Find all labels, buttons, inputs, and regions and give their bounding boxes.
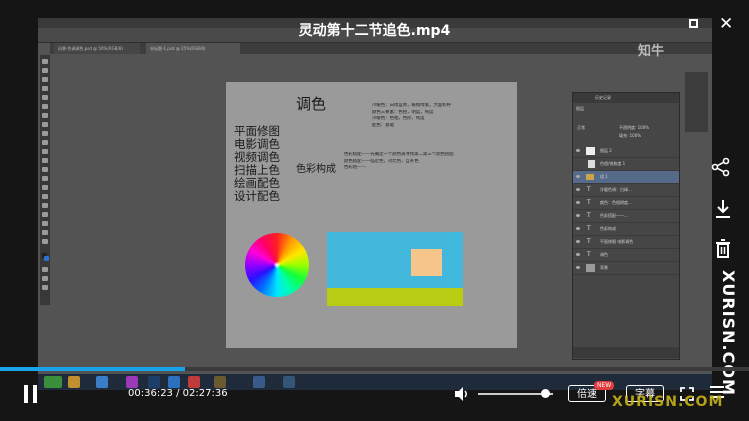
layer-name: 颜色：色相明度...	[600, 200, 632, 205]
adjustment-icon	[588, 160, 595, 168]
restore-button[interactable]	[689, 19, 698, 28]
volume-knob[interactable]	[541, 389, 550, 398]
eye-icon[interactable]	[576, 175, 580, 178]
sky-block	[327, 232, 463, 288]
fill-field[interactable]: 填充: 100%	[619, 133, 641, 139]
use-item: 设计配色	[234, 189, 280, 203]
layer-thumbnail	[586, 264, 595, 272]
zhiniu-watermark-text: 知牛	[638, 44, 665, 59]
note-line: 配色：基础	[372, 122, 394, 128]
layer-name: 图层 2	[600, 148, 612, 153]
layer-name: 调色	[600, 252, 608, 257]
video-frame[interactable]: 风景-色调调色.psd @ 50%(RGB/8) 未标题-1.psd @ 25%…	[38, 18, 712, 390]
layer-name: 冷暖色调：白绿...	[600, 187, 632, 192]
zhiniu-watermark: 知牛	[638, 40, 698, 74]
video-title: 灵动第十二节追色.mp4	[298, 23, 451, 39]
text-layer-icon: T	[587, 238, 591, 245]
ps-doc-tabs: 风景-色调调色.psd @ 50%(RGB/8) 未标题-1.psd @ 25%…	[50, 43, 712, 54]
layer-name: 组 1	[600, 174, 608, 179]
bottom-watermark: XURISN.COM	[612, 394, 724, 410]
side-watermark: XURISN.COM	[719, 270, 738, 396]
pause-button[interactable]	[24, 385, 38, 403]
note-line: 色彩组——	[344, 165, 366, 170]
trash-icon[interactable]	[714, 239, 732, 259]
ps-doc-tab-2: 未标题-1.psd @ 25%(RGB/8)	[146, 43, 240, 54]
layer-name: 色相/饱和度 1	[600, 161, 626, 166]
layer-thumbnail	[586, 147, 595, 155]
ps-side-panel	[685, 72, 708, 132]
time-separator: /	[172, 388, 183, 399]
layer-row[interactable]: T 颜色：色相明度...	[573, 197, 679, 210]
uses-list: 平面修图 电影调色 视频调色 扫描上色 绘画配色 设计配色	[234, 125, 280, 203]
eye-icon[interactable]	[576, 266, 580, 269]
layer-row[interactable]: 图层 2	[573, 145, 679, 158]
opacity-field[interactable]: 不透明度: 100%	[619, 125, 649, 131]
pause-bar-right	[33, 385, 37, 403]
layer-row[interactable]: 背景	[573, 262, 679, 275]
eye-icon[interactable]	[576, 253, 580, 256]
layer-row[interactable]: T 色彩搭配——...	[573, 210, 679, 223]
text-layer-icon: T	[587, 251, 591, 258]
blend-mode-select[interactable]: 正常	[577, 125, 585, 131]
text-layer-icon: T	[587, 212, 591, 219]
notes-mid: 色彩搭配——先确定一个颜色再寻找第二第三个颜色搭配 颜色搭配——临近色，对比色，…	[344, 152, 504, 172]
eye-icon[interactable]	[576, 201, 580, 204]
composition-heading: 色彩构成	[296, 164, 336, 175]
eye-icon[interactable]	[576, 188, 580, 191]
text-layer-icon: T	[587, 225, 591, 232]
eye-icon[interactable]	[576, 214, 580, 217]
layers-tab[interactable]: 图层	[576, 106, 584, 112]
layers-panel: 历史记录 图层 正常 不透明度: 100% 填充: 100% 图层 2 色相/饱…	[572, 92, 680, 360]
total-time: 02:27:36	[182, 388, 228, 399]
notes-top: 冷暖色：白绿蓝青，暖橙绿紫，大面积呼 颜色三要素：色相，明度，纯度 冷暖色：色相…	[372, 103, 512, 129]
layer-row[interactable]: 色相/饱和度 1	[573, 158, 679, 171]
layer-name: 色彩搭配——...	[600, 213, 628, 218]
folder-icon	[586, 174, 594, 180]
layer-row[interactable]: T 冷暖色调：白绿...	[573, 184, 679, 197]
layer-row-selected[interactable]: 组 1	[573, 171, 679, 184]
layer-name: 背景	[600, 265, 608, 270]
current-time: 00:36:23	[128, 388, 173, 399]
text-layer-icon: T	[587, 199, 591, 206]
eye-icon[interactable]	[576, 227, 580, 230]
layer-row[interactable]: T 调色	[573, 249, 679, 262]
sun-block	[411, 249, 442, 276]
download-icon[interactable]	[714, 198, 732, 220]
pause-bar-left	[24, 385, 28, 403]
layer-row[interactable]: T 平面修图 电影调色	[573, 236, 679, 249]
share-icon[interactable]	[711, 157, 731, 182]
grass-block	[327, 288, 463, 306]
progress-bar[interactable]	[0, 367, 749, 371]
layer-row[interactable]: T 色彩构成	[573, 223, 679, 236]
new-badge: NEW	[594, 381, 615, 390]
canvas-title: 调色	[296, 95, 327, 113]
color-wheel	[245, 233, 309, 297]
ps-canvas: 调色 冷暖色：白绿蓝青，暖橙绿紫，大面积呼 颜色三要素：色相，明度，纯度 冷暖色…	[226, 82, 517, 348]
ps-toolbar	[40, 55, 50, 305]
layer-name: 色彩构成	[600, 226, 616, 231]
volume-icon[interactable]	[454, 386, 470, 402]
eye-icon[interactable]	[576, 149, 580, 152]
progress-fill	[0, 367, 185, 371]
time-display: 00:36:23 / 02:27:36	[128, 388, 228, 399]
layer-name: 平面修图 电影调色	[600, 239, 634, 244]
layers-panel-footer	[573, 347, 679, 358]
close-icon[interactable]: ✕	[719, 14, 733, 34]
history-tab[interactable]: 历史记录	[595, 95, 611, 101]
layers-panel-header: 历史记录	[573, 93, 679, 103]
color-wheel-center	[274, 262, 280, 268]
text-layer-icon: T	[587, 186, 591, 193]
eye-icon[interactable]	[576, 240, 580, 243]
ps-doc-tab-1: 风景-色调调色.psd @ 50%(RGB/8)	[54, 43, 140, 54]
